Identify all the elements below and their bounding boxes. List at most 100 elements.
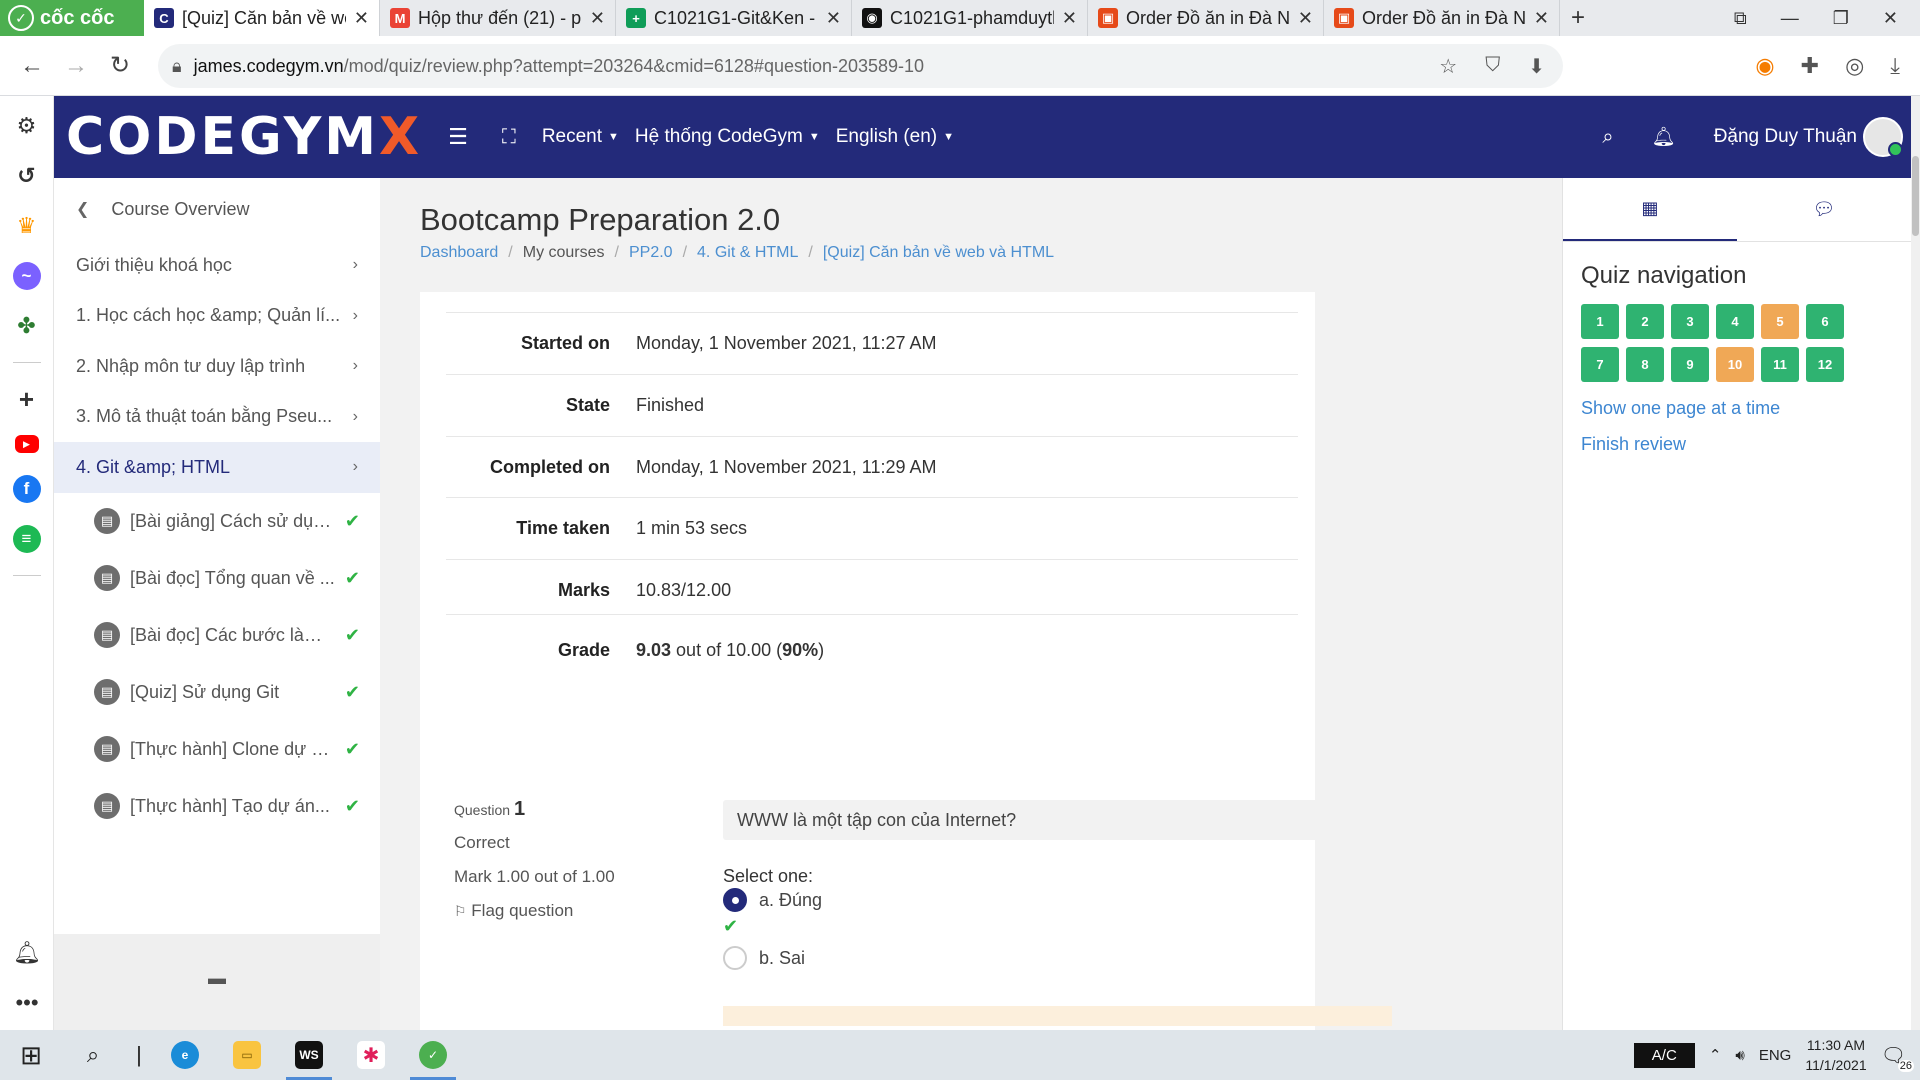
browser-tab[interactable]: C [Quiz] Căn bản về web ✕ — [144, 0, 380, 36]
quiz-nav-button[interactable]: 2 — [1626, 304, 1664, 339]
quiz-nav-button[interactable]: 10 — [1716, 347, 1754, 382]
quiz-nav-button[interactable]: 11 — [1761, 347, 1799, 382]
tab-comments[interactable]: 💬︎ — [1737, 178, 1911, 241]
search-icon[interactable]: ⌕ — [1602, 126, 1613, 149]
codegym-logo[interactable]: CODEGYMX — [66, 107, 422, 167]
show-one-page-link[interactable]: Show one page at a time — [1581, 398, 1780, 419]
user-name[interactable]: Đặng Duy Thuận — [1714, 126, 1857, 148]
recent-menu[interactable]: Recent ▼ — [542, 126, 619, 148]
forward-button[interactable]: → — [54, 44, 98, 88]
edge-icon[interactable]: e — [154, 1030, 216, 1080]
quiz-nav-button[interactable]: 12 — [1806, 347, 1844, 382]
drawer-activity-item[interactable]: ▤ [Bài đọc] Tổng quan về ... ✔ — [54, 550, 380, 607]
fullscreen-icon[interactable]: ⛶ — [502, 126, 516, 149]
drawer-section-item[interactable]: 1. Học cách học &amp; Quản lí... › — [54, 291, 380, 342]
browser-tab[interactable]: ◉ C1021G1-phamduytl ✕ — [852, 0, 1088, 36]
tab-quiz-grid[interactable]: ▦ — [1563, 178, 1737, 241]
webstorm-icon[interactable]: WS — [278, 1030, 340, 1080]
drawer-activity-item[interactable]: ▤ [Bài đọc] Các bước làm ... ✔ — [54, 607, 380, 664]
language-menu[interactable]: English (en) ▼ — [836, 126, 954, 148]
file-explorer-icon[interactable]: ▭ — [216, 1030, 278, 1080]
drawer-section-item[interactable]: 3. Mô tả thuật toán bằng Pseu... › — [54, 392, 380, 443]
messenger-icon[interactable]: ~ — [12, 262, 41, 290]
notification-bell-icon[interactable]: 🔔︎ — [13, 940, 41, 966]
quiz-nav-button[interactable]: 4 — [1716, 304, 1754, 339]
breadcrumb-dashboard[interactable]: Dashboard — [420, 244, 498, 262]
radio-empty-icon[interactable] — [723, 946, 747, 970]
profile-icon[interactable]: ◎ — [1845, 53, 1864, 79]
coccoc-taskbar-icon[interactable]: ✓ — [402, 1030, 464, 1080]
game-icon[interactable]: ✤ — [13, 312, 41, 340]
browser-tab[interactable]: M Hộp thư đến (21) - p ✕ — [380, 0, 616, 36]
search-tabs-icon[interactable]: ⧉ — [1734, 8, 1747, 29]
drawer-activity-item[interactable]: ▤ [Quiz] Sử dụng Git ✔ — [54, 664, 380, 721]
more-icon[interactable]: ••• — [15, 990, 38, 1016]
close-tab-icon[interactable]: ✕ — [1298, 8, 1313, 29]
bell-icon[interactable]: 🔔︎ — [1652, 125, 1676, 149]
drawer-section-item[interactable]: 2. Nhập môn tư duy lập trình › — [54, 341, 380, 392]
quiz-nav-button[interactable]: 8 — [1626, 347, 1664, 382]
puzzle-icon[interactable]: ✚ — [1801, 53, 1819, 79]
volume-icon[interactable]: 🔊︎ — [1735, 1047, 1744, 1064]
close-tab-icon[interactable]: ✕ — [826, 8, 841, 29]
coccoc-extension-icon[interactable]: ◉ — [1755, 53, 1774, 79]
clock[interactable]: 11:30 AM 11/1/2021 — [1805, 1035, 1866, 1075]
hamburger-menu-icon[interactable]: ☰ — [448, 124, 468, 150]
quiz-nav-button[interactable]: 6 — [1806, 304, 1844, 339]
option-a[interactable]: a. Đúng — [723, 888, 822, 912]
back-button[interactable]: ← — [10, 44, 54, 88]
avatar[interactable] — [1863, 117, 1903, 157]
task-view-icon[interactable]: | — [124, 1030, 154, 1080]
crown-icon[interactable]: ♛ — [13, 212, 41, 240]
flag-question-link[interactable]: ⚐ Flag question — [454, 901, 615, 921]
quiz-nav-button[interactable]: 1 — [1581, 304, 1619, 339]
drawer-section-item[interactable]: 4. Git &amp; HTML › — [54, 442, 380, 493]
shield-icon[interactable]: ⛉ — [1485, 54, 1500, 79]
archive-icon[interactable]: ▬ — [208, 968, 226, 1030]
close-tab-icon[interactable]: ✕ — [1062, 8, 1077, 29]
breadcrumb-quiz[interactable]: [Quiz] Căn bản về web và HTML — [823, 244, 1054, 262]
notification-center-icon[interactable]: 🗨︎ 26 — [1881, 1043, 1914, 1072]
history-icon[interactable]: ↺ — [13, 162, 41, 190]
downloads-icon[interactable]: ⤓ — [1890, 53, 1900, 79]
youtube-icon[interactable]: ▶ — [14, 435, 39, 453]
coccoc-menu-button[interactable]: ✓ cốc cốc — [0, 0, 144, 36]
quiz-nav-button[interactable]: 3 — [1671, 304, 1709, 339]
add-sidebar-icon[interactable]: + — [13, 384, 41, 414]
browser-tab[interactable]: ▣ Order Đồ ăn in Đà N ✕ — [1324, 0, 1560, 36]
quiz-nav-button[interactable]: 7 — [1581, 347, 1619, 382]
drawer-activity-item[interactable]: ▤ [Bài giảng] Cách sử dụn... ✔ — [54, 493, 380, 550]
language-indicator[interactable]: ENG — [1759, 1047, 1792, 1064]
course-overview-link[interactable]: ❮ Course Overview — [54, 178, 380, 240]
close-tab-icon[interactable]: ✕ — [590, 8, 605, 29]
system-menu[interactable]: Hệ thống CodeGym ▼ — [635, 126, 820, 148]
minimize-button[interactable]: — — [1781, 8, 1799, 29]
slack-icon[interactable]: ✱ — [340, 1030, 402, 1080]
drawer-activity-item[interactable]: ▤ [Thực hành] Clone dự á... ✔ — [54, 721, 380, 778]
browser-tab[interactable]: ▣ Order Đồ ăn in Đà N ✕ — [1088, 0, 1324, 36]
download-page-icon[interactable]: ⬇ — [1528, 54, 1545, 79]
bookmark-star-icon[interactable]: ☆ — [1439, 54, 1457, 79]
windows-start-icon[interactable]: ⊞ — [0, 1030, 62, 1080]
radio-selected-icon[interactable] — [723, 888, 747, 912]
quiz-nav-button[interactable]: 9 — [1671, 347, 1709, 382]
spotify-icon[interactable]: ≡ — [12, 525, 41, 553]
close-tab-icon[interactable]: ✕ — [354, 8, 369, 29]
restore-button[interactable]: ❐ — [1833, 8, 1849, 29]
finish-review-link[interactable]: Finish review — [1581, 434, 1686, 455]
settings-icon[interactable]: ⚙ — [13, 112, 41, 140]
chevron-up-icon[interactable]: ⌃ — [1709, 1046, 1722, 1064]
search-icon[interactable]: ⌕ — [62, 1030, 124, 1080]
ac-indicator[interactable]: A/C — [1633, 1042, 1695, 1068]
quiz-nav-button[interactable]: 5 — [1761, 304, 1799, 339]
breadcrumb-course[interactable]: PP2.0 — [629, 244, 673, 262]
drawer-section-item[interactable]: Giới thiệu khoá học › — [54, 240, 380, 291]
url-field[interactable]: 🔒︎ james.codegym.vn/mod/quiz/review.php?… — [158, 44, 1563, 88]
reload-button[interactable]: ↻ — [98, 44, 142, 88]
browser-tab[interactable]: + C1021G1-Git&Ken - ✕ — [616, 0, 852, 36]
close-tab-icon[interactable]: ✕ — [1534, 8, 1549, 29]
breadcrumb-section[interactable]: 4. Git & HTML — [697, 244, 798, 262]
close-window-button[interactable]: ✕ — [1883, 8, 1898, 29]
page-scrollbar[interactable] — [1911, 96, 1920, 1030]
new-tab-button[interactable]: + — [1560, 0, 1596, 36]
